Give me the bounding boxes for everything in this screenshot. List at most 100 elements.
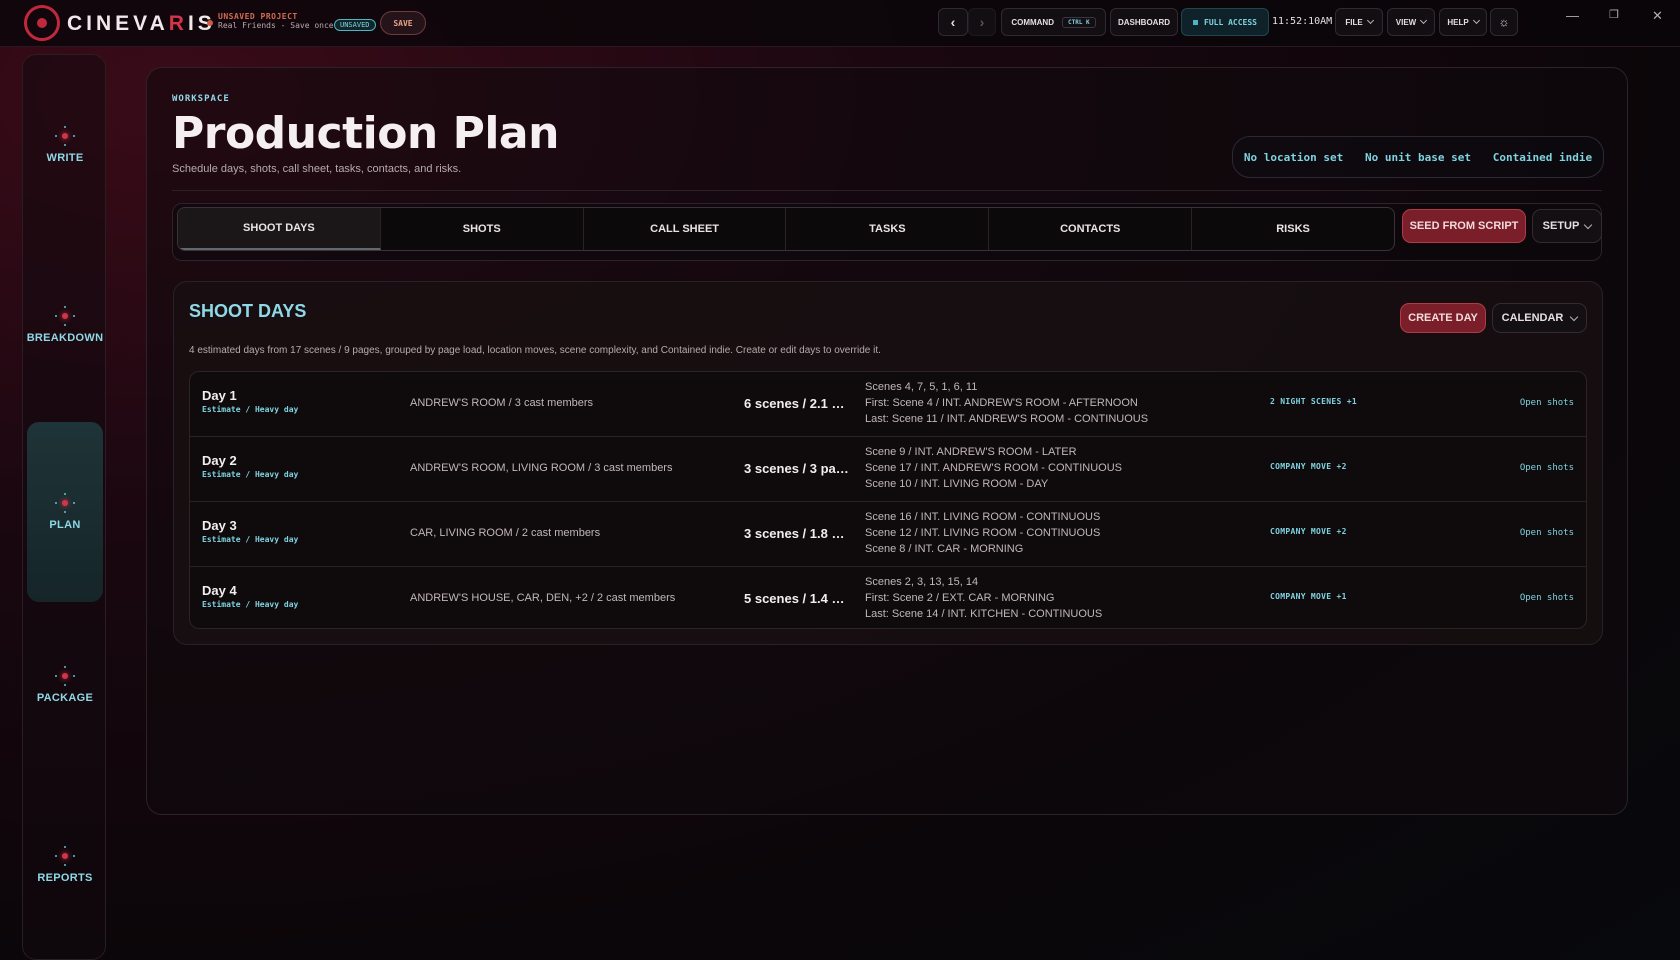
detail-line: Scene 8 / INT. CAR - MORNING: [865, 543, 1024, 555]
open-shots-link[interactable]: Open shots: [1520, 398, 1574, 408]
tab-list: SHOOT DAYS SHOTS CALL SHEET TASKS CONTAC…: [177, 207, 1395, 251]
day-name: Day 3: [202, 518, 237, 533]
chevron-down-icon: [1420, 16, 1428, 25]
file-label: FILE: [1345, 17, 1363, 27]
back-button[interactable]: ‹: [938, 8, 968, 36]
detail-line: First: Scene 4 / INT. ANDREW'S ROOM - AF…: [865, 397, 1138, 409]
project-subtitle: Real Friends - Save once t…: [218, 21, 349, 30]
table-row[interactable]: Day 3 Estimate / Heavy day CAR, LIVING RO…: [190, 502, 1586, 567]
seed-from-script-button[interactable]: SEED FROM SCRIPT: [1402, 209, 1526, 243]
table-row[interactable]: Day 1 Estimate / Heavy day ANDREW'S ROOM …: [190, 372, 1586, 437]
day-scene-details: Scenes 4, 7, 5, 1, 6, 11 First: Scene 4 /…: [865, 379, 1148, 427]
help-menu[interactable]: HELP: [1439, 8, 1487, 36]
close-icon[interactable]: ✕: [1652, 8, 1663, 24]
tabs-bar: SHOOT DAYS SHOTS CALL SHEET TASKS CONTAC…: [172, 203, 1602, 261]
day-meta: Estimate / Heavy day: [202, 470, 299, 479]
sidebar-item-plan[interactable]: PLAN: [27, 422, 103, 602]
create-day-button[interactable]: CREATE DAY: [1400, 303, 1486, 333]
shoot-days-summary: 4 estimated days from 17 scenes / 9 page…: [189, 345, 881, 356]
day-flag: COMPANY MOVE +1: [1270, 592, 1347, 601]
day-flag: COMPANY MOVE +2: [1270, 527, 1347, 536]
sidebar-item-package[interactable]: PACKAGE: [27, 595, 103, 775]
full-access-button[interactable]: FULL ACCESS: [1181, 8, 1269, 36]
chevron-down-icon: [1570, 312, 1579, 321]
calendar-dropdown[interactable]: CALENDAR: [1492, 303, 1587, 333]
setup-dropdown[interactable]: SETUP: [1532, 209, 1602, 243]
logo-icon: [24, 5, 60, 41]
detail-line: Scene 17 / INT. ANDREW'S ROOM - CONTINUO…: [865, 462, 1122, 474]
tab-shots[interactable]: SHOTS: [381, 208, 584, 250]
sidebar-item-reports[interactable]: REPORTS: [27, 775, 103, 955]
access-label: FULL ACCESS: [1204, 17, 1257, 27]
access-dot-icon: [1193, 19, 1198, 25]
unsaved-badge: UNSAVED: [334, 19, 376, 31]
forward-arrow-icon: ›: [979, 14, 985, 30]
day-locations: CAR, LIVING ROOM / 2 cast members: [410, 527, 601, 539]
sidebar-item-breakdown[interactable]: BREAKDOWN: [27, 235, 103, 415]
view-label: VIEW: [1395, 17, 1417, 27]
calendar-label: CALENDAR: [1501, 312, 1564, 324]
command-shortcut: CTRL K: [1061, 16, 1096, 28]
sidebar-item-label: WRITE: [46, 152, 84, 164]
reports-icon: [55, 846, 75, 866]
theme-button[interactable]: ☼: [1490, 8, 1518, 36]
open-shots-link[interactable]: Open shots: [1520, 528, 1574, 538]
day-meta: Estimate / Heavy day: [202, 405, 299, 414]
sidebar: WRITE BREAKDOWN PLAN PACKAGE REPORTS: [22, 54, 106, 960]
tab-shoot-days[interactable]: SHOOT DAYS: [178, 208, 381, 250]
detail-line: Scene 12 / INT. LIVING ROOM - CONTINUOUS: [865, 527, 1101, 539]
budget-tier-chip[interactable]: Contained indie: [1493, 151, 1592, 164]
tab-call-sheet[interactable]: CALL SHEET: [584, 208, 787, 250]
day-locations: ANDREW'S HOUSE, CAR, DEN, +2 / 2 cast me…: [410, 592, 676, 604]
table-row[interactable]: Day 2 Estimate / Heavy day ANDREW'S ROOM,…: [190, 437, 1586, 502]
command-label: COMMAND: [1011, 17, 1054, 27]
tab-contacts[interactable]: CONTACTS: [989, 208, 1193, 250]
forward-button[interactable]: ›: [968, 8, 996, 36]
sidebar-item-label: PLAN: [49, 519, 81, 531]
dashboard-button[interactable]: DASHBOARD: [1110, 8, 1178, 36]
location-chip[interactable]: No location set: [1244, 151, 1343, 164]
save-button[interactable]: SAVE: [380, 11, 426, 35]
day-scene-details: Scenes 2, 3, 13, 15, 14 First: Scene 2 / …: [865, 574, 1102, 622]
day-scene-count: 5 scenes / 1.4 …: [744, 591, 845, 606]
day-scene-count: 3 scenes / 1.8 …: [744, 526, 845, 541]
maximize-icon[interactable]: ❐: [1609, 8, 1619, 21]
header-divider: [172, 190, 1602, 191]
sidebar-item-label: REPORTS: [37, 872, 93, 884]
day-scene-count: 3 scenes / 3 pa…: [744, 461, 849, 476]
tab-risks[interactable]: RISKS: [1192, 208, 1394, 250]
detail-line: Scenes 4, 7, 5, 1, 6, 11: [865, 381, 978, 393]
view-menu[interactable]: VIEW: [1387, 8, 1435, 36]
open-shots-link[interactable]: Open shots: [1520, 463, 1574, 473]
write-icon: [55, 126, 75, 146]
open-shots-link[interactable]: Open shots: [1520, 593, 1574, 603]
detail-line: Last: Scene 14 / INT. KITCHEN - CONTINUO…: [865, 608, 1103, 620]
minimize-icon[interactable]: —: [1566, 8, 1579, 23]
detail-line: Scene 9 / INT. ANDREW'S ROOM - LATER: [865, 446, 1077, 458]
unit-base-chip[interactable]: No unit base set: [1365, 151, 1471, 164]
tab-tasks[interactable]: TASKS: [786, 208, 990, 250]
breakdown-icon: [55, 306, 75, 326]
sidebar-item-label: PACKAGE: [36, 692, 94, 704]
detail-line: Scene 10 / INT. LIVING ROOM - DAY: [865, 478, 1049, 490]
file-menu[interactable]: FILE: [1335, 8, 1383, 36]
shoot-days-table: Day 1 Estimate / Heavy day ANDREW'S ROOM …: [189, 371, 1587, 629]
help-label: HELP: [1447, 17, 1469, 27]
section-title: SHOOT DAYS: [189, 301, 307, 321]
sidebar-item-label: BREAKDOWN: [26, 332, 104, 344]
day-flag: COMPANY MOVE +2: [1270, 462, 1347, 471]
package-icon: [55, 666, 75, 686]
sidebar-item-write[interactable]: WRITE: [27, 55, 103, 235]
theme-icon: ☼: [1498, 15, 1510, 29]
day-meta: Estimate / Heavy day: [202, 535, 299, 544]
detail-line: Scene 16 / INT. LIVING ROOM - CONTINUOUS: [865, 511, 1101, 523]
chevron-down-icon: [1584, 220, 1593, 229]
day-scene-count: 6 scenes / 2.1 …: [744, 396, 845, 411]
command-button[interactable]: COMMAND CTRL K: [1001, 8, 1106, 36]
day-name: Day 2: [202, 453, 237, 468]
detail-line: Last: Scene 11 / INT. ANDREW'S ROOM - CO…: [865, 413, 1149, 425]
detail-line: Scenes 2, 3, 13, 15, 14: [865, 576, 979, 588]
unsaved-dot-icon: [207, 20, 213, 26]
table-row[interactable]: Day 4 Estimate / Heavy day ANDREW'S HOUSE…: [190, 567, 1586, 628]
chevron-down-icon: [1366, 16, 1374, 25]
